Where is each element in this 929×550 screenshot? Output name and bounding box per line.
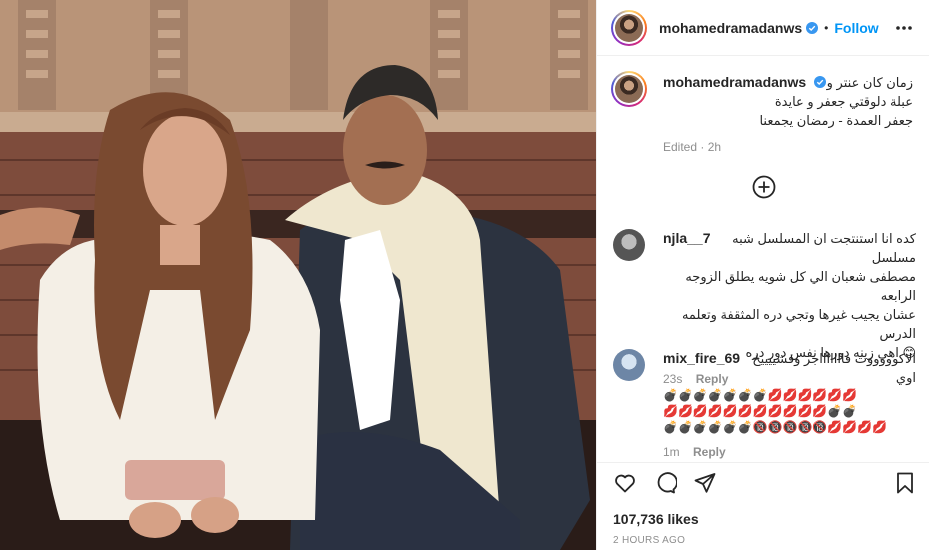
commenter-avatar[interactable] bbox=[613, 229, 645, 261]
caption-username[interactable]: mohamedramadanws bbox=[663, 74, 806, 90]
caption-line-2: عبلة دلوقتي جعفر و عايدة bbox=[774, 94, 913, 109]
comment-emoji-line-1: 💣💣💣💣💣💣💣💋💋💋💋💋💋 bbox=[663, 388, 858, 402]
reply-button[interactable]: Reply bbox=[693, 445, 726, 459]
caption-line-3: جعفر العمدة - رمضان يجمعنا bbox=[759, 113, 913, 128]
post-photo-illustration bbox=[0, 0, 596, 550]
comments-area[interactable]: mohamedramadanws زمان كان عنتر و عبلة دل… bbox=[597, 57, 929, 461]
caption-avatar[interactable] bbox=[611, 71, 647, 107]
verified-badge-icon bbox=[806, 21, 819, 34]
post-sidebar: mohamedramadanws • Follow mohamedramadan… bbox=[596, 0, 929, 550]
follow-button[interactable]: Follow bbox=[834, 20, 878, 36]
commenter-username[interactable]: njla__7 bbox=[663, 229, 710, 248]
author-username[interactable]: mohamedramadanws bbox=[659, 20, 802, 36]
post-image[interactable] bbox=[0, 0, 596, 550]
comment-emoji-line-2: 💋💋💋💋💋💋💋💋💋💋💋💣💣 bbox=[663, 404, 858, 418]
post-timestamp: 2 HOURS AGO bbox=[613, 535, 686, 546]
comment-line-2: مصطفى شعبان الي كل شويه يطلق الزوجه الرا… bbox=[685, 269, 916, 303]
commenter-username[interactable]: mix_fire_69 bbox=[663, 349, 740, 368]
more-options-icon[interactable] bbox=[894, 18, 914, 38]
bookmark-icon[interactable] bbox=[893, 471, 917, 495]
comment-line-3: عشان يجيب غيرها وتجي دره المثقفة وتعلمه … bbox=[681, 307, 916, 341]
verified-badge-icon bbox=[813, 76, 826, 88]
commenter-avatar[interactable] bbox=[613, 349, 645, 381]
post-actions: 107,736 likes 2 HOURS AGO bbox=[597, 462, 929, 550]
caption-meta: Edited · 2h bbox=[663, 140, 722, 154]
author-avatar[interactable] bbox=[611, 9, 647, 46]
comment-time: 1m bbox=[663, 445, 680, 459]
header-separator: • bbox=[824, 20, 829, 35]
comment-icon[interactable] bbox=[653, 471, 677, 495]
plus-circle-icon[interactable] bbox=[752, 175, 776, 199]
comment-line-1: كده انا استنتجت ان المسلسل شبه مسلسل bbox=[732, 231, 916, 265]
likes-count[interactable]: 107,736 likes bbox=[613, 511, 699, 527]
post-header: mohamedramadanws • Follow bbox=[597, 0, 929, 56]
comment-emoji-line-3: 💣💣💣💣💣💣🔞🔞🔞🔞🔞💋💋💋💋 bbox=[663, 420, 888, 434]
heart-icon[interactable] bbox=[613, 471, 637, 495]
paper-plane-icon[interactable] bbox=[693, 471, 717, 495]
comment-line-1: الاكوووووت فاااااااجر وفشييييخ اوي bbox=[752, 351, 916, 385]
